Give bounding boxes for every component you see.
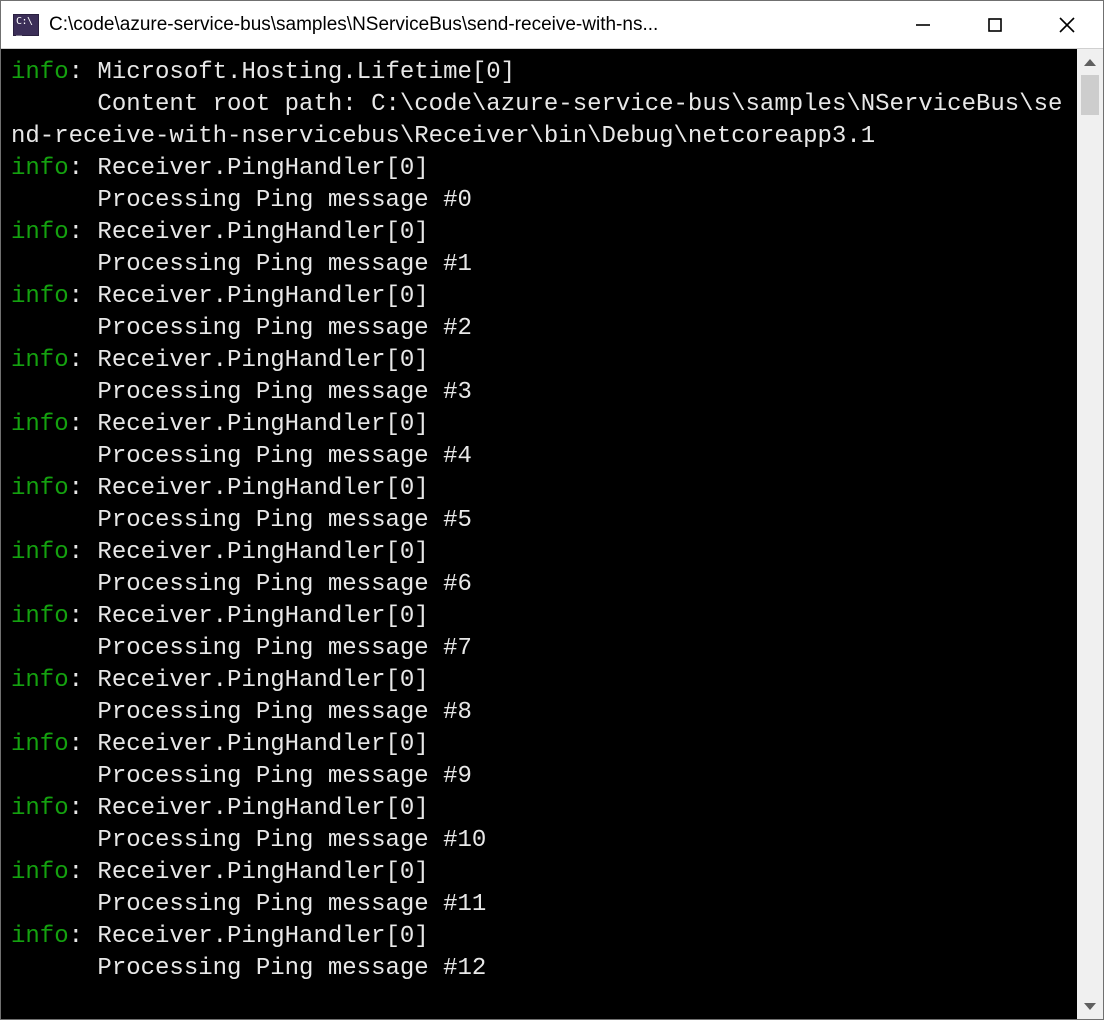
log-level: info bbox=[11, 475, 69, 502]
log-level: info bbox=[11, 59, 69, 86]
log-line: Processing Ping message #12 bbox=[11, 953, 1071, 985]
log-level: info bbox=[11, 155, 69, 182]
log-level: info bbox=[11, 667, 69, 694]
titlebar[interactable]: C:\code\azure-service-bus\samples\NServi… bbox=[1, 1, 1103, 49]
console-app-icon bbox=[13, 14, 39, 36]
log-line: info: Receiver.PingHandler[0] bbox=[11, 409, 1071, 441]
log-line: Processing Ping message #2 bbox=[11, 313, 1071, 345]
log-line: info: Microsoft.Hosting.Lifetime[0] bbox=[11, 57, 1071, 89]
close-icon bbox=[1057, 15, 1077, 35]
log-line: info: Receiver.PingHandler[0] bbox=[11, 793, 1071, 825]
chevron-down-icon bbox=[1084, 1003, 1096, 1010]
log-level: info bbox=[11, 411, 69, 438]
window-title: C:\code\azure-service-bus\samples\NServi… bbox=[49, 14, 887, 36]
log-line: info: Receiver.PingHandler[0] bbox=[11, 537, 1071, 569]
log-line: Content root path: C:\code\azure-service… bbox=[11, 89, 1071, 153]
log-line: info: Receiver.PingHandler[0] bbox=[11, 281, 1071, 313]
log-line: info: Receiver.PingHandler[0] bbox=[11, 473, 1071, 505]
scrollbar-track[interactable] bbox=[1077, 75, 1103, 993]
vertical-scrollbar[interactable] bbox=[1077, 49, 1103, 1019]
log-line: Processing Ping message #0 bbox=[11, 185, 1071, 217]
log-level: info bbox=[11, 219, 69, 246]
log-line: info: Receiver.PingHandler[0] bbox=[11, 345, 1071, 377]
log-line: info: Receiver.PingHandler[0] bbox=[11, 153, 1071, 185]
maximize-button[interactable] bbox=[959, 1, 1031, 48]
scroll-up-button[interactable] bbox=[1077, 49, 1103, 75]
log-line: Processing Ping message #5 bbox=[11, 505, 1071, 537]
log-level: info bbox=[11, 347, 69, 374]
minimize-button[interactable] bbox=[887, 1, 959, 48]
log-line: info: Receiver.PingHandler[0] bbox=[11, 601, 1071, 633]
scroll-down-button[interactable] bbox=[1077, 993, 1103, 1019]
log-line: Processing Ping message #7 bbox=[11, 633, 1071, 665]
log-line: Processing Ping message #4 bbox=[11, 441, 1071, 473]
log-level: info bbox=[11, 923, 69, 950]
log-level: info bbox=[11, 603, 69, 630]
log-line: info: Receiver.PingHandler[0] bbox=[11, 921, 1071, 953]
log-line: Processing Ping message #8 bbox=[11, 697, 1071, 729]
window-controls bbox=[887, 1, 1103, 48]
log-line: Processing Ping message #10 bbox=[11, 825, 1071, 857]
log-line: Processing Ping message #6 bbox=[11, 569, 1071, 601]
log-line: Processing Ping message #11 bbox=[11, 889, 1071, 921]
chevron-up-icon bbox=[1084, 59, 1096, 66]
scrollbar-thumb[interactable] bbox=[1081, 75, 1099, 115]
log-level: info bbox=[11, 283, 69, 310]
log-line: Processing Ping message #1 bbox=[11, 249, 1071, 281]
log-line: info: Receiver.PingHandler[0] bbox=[11, 857, 1071, 889]
log-line: Processing Ping message #9 bbox=[11, 761, 1071, 793]
close-button[interactable] bbox=[1031, 1, 1103, 48]
maximize-icon bbox=[986, 16, 1004, 34]
log-line: Processing Ping message #3 bbox=[11, 377, 1071, 409]
log-line: info: Receiver.PingHandler[0] bbox=[11, 217, 1071, 249]
log-level: info bbox=[11, 795, 69, 822]
log-level: info bbox=[11, 539, 69, 566]
log-level: info bbox=[11, 731, 69, 758]
log-line: info: Receiver.PingHandler[0] bbox=[11, 665, 1071, 697]
minimize-icon bbox=[914, 16, 932, 34]
log-line: info: Receiver.PingHandler[0] bbox=[11, 729, 1071, 761]
log-level: info bbox=[11, 859, 69, 886]
console-output[interactable]: info: Microsoft.Hosting.Lifetime[0] Cont… bbox=[1, 49, 1077, 1019]
console-area: info: Microsoft.Hosting.Lifetime[0] Cont… bbox=[1, 49, 1103, 1019]
